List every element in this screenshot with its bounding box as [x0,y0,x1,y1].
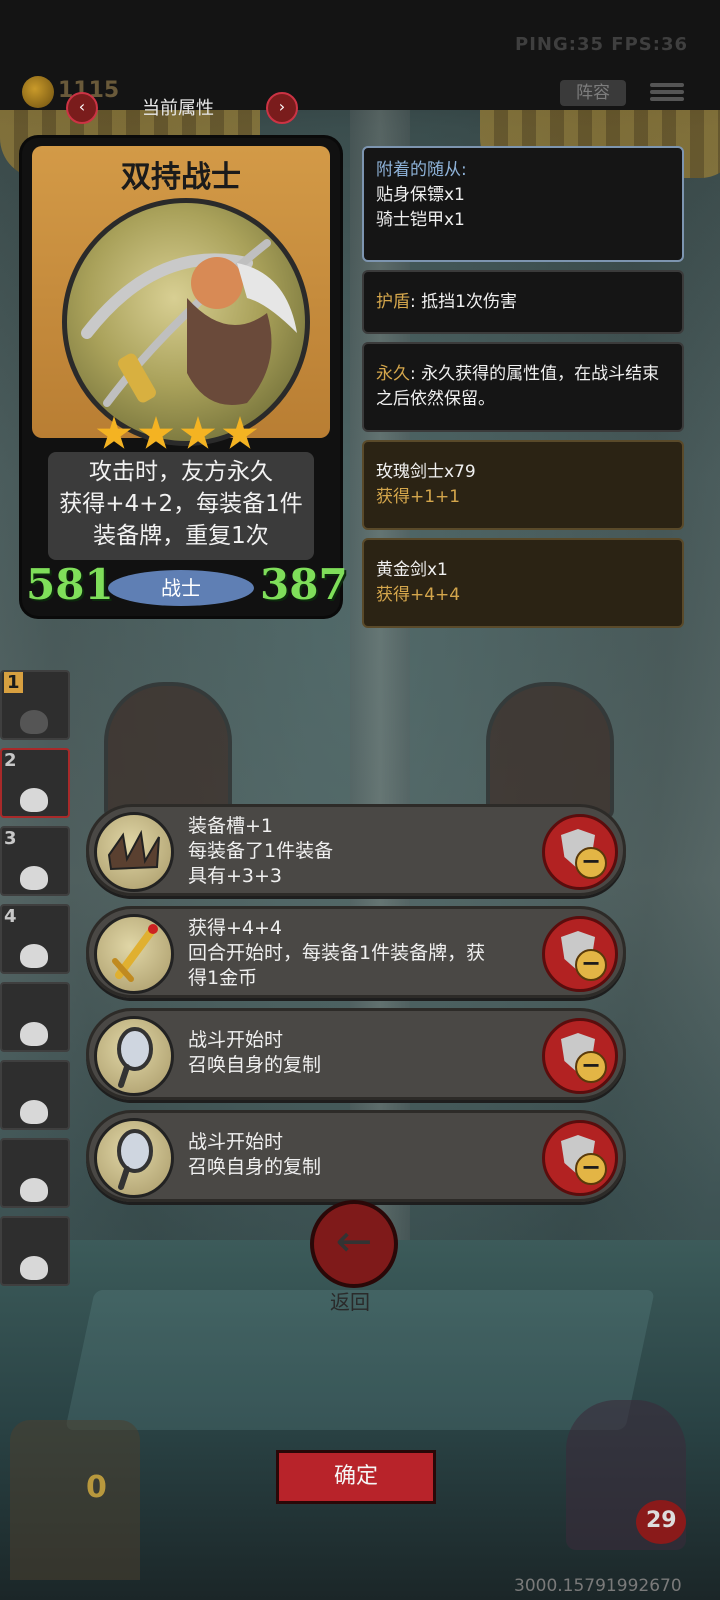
skull-icon [20,1178,48,1202]
minion-thumb-icon [20,710,48,734]
equipment-text: 装备槽+1 每装备了1件装备 具有+3+3 [188,814,528,889]
spikes-icon [94,812,174,892]
mirror-icon [94,1118,174,1198]
team-column: 1 2 3 4 [0,670,72,1294]
team-slot[interactable]: 2 [0,748,70,818]
remove-equipment-button[interactable]: − [542,916,618,992]
equipment-row: 获得+4+4 回合开始时，每装备1件装备牌，获 得1金币 − [86,906,626,998]
buff-name: 玫瑰剑士x79 [376,462,476,482]
back-button[interactable]: ← [310,1200,398,1288]
remove-equipment-button[interactable]: − [542,814,618,890]
hero-portrait-bg [486,682,614,820]
card-desc-line: 装备牌，重复1次 [93,523,269,549]
skull-icon [20,1022,48,1046]
buff-value: 获得+4+4 [376,585,461,605]
equipment-line: 召唤自身的复制 [188,1054,322,1076]
star-icon [180,416,216,449]
team-slot[interactable]: 4 [0,904,70,974]
minus-icon: − [575,1051,607,1083]
card-desc-line: 攻击时，友方永久 [89,459,273,485]
equipment-line: 具有+3+3 [188,865,283,887]
gold-coin-icon [22,76,54,108]
shield-text: : 抵挡1次伤害 [410,292,517,312]
equipment-text: 战斗开始时 召唤自身的复制 [188,1130,528,1180]
attached-minions-panel: 附着的随从: 贴身保镖x1 骑士铠甲x1 [362,146,684,262]
equipment-row: 战斗开始时 召唤自身的复制 − [86,1008,626,1100]
star-icon [138,416,174,449]
attached-item: 骑士铠甲x1 [376,210,465,230]
shield-panel: 护盾: 抵挡1次伤害 [362,270,684,334]
prev-arrow-button[interactable]: ‹ [66,92,98,124]
skull-icon [20,1256,48,1280]
team-slot[interactable] [0,1138,70,1208]
next-arrow-button[interactable]: › [266,92,298,124]
mirror-icon [94,1016,174,1096]
slot-number: 1 [4,672,23,693]
equipment-row: 装备槽+1 每装备了1件装备 具有+3+3 − [86,804,626,896]
star-icon [96,416,132,449]
attached-item: 贴身保镖x1 [376,185,465,205]
back-label: 返回 [330,1290,370,1314]
slot-number: 3 [4,828,17,849]
debug-coords: 3000.15791992670 [514,1576,682,1596]
golden-sword-icon [94,914,174,994]
remove-equipment-button[interactable]: − [542,1120,618,1196]
skull-icon [20,788,48,812]
card-description: 攻击时，友方永久 获得+4+2，每装备1件 装备牌，重复1次 [48,452,314,560]
equipment-line: 战斗开始时 [188,1131,284,1153]
permanent-text: : 永久获得的属性值，在战斗结束之后依然保留。 [376,364,660,409]
team-slot[interactable]: 3 [0,826,70,896]
health-value: 387 [260,560,348,609]
hero-portrait-bg [104,682,232,820]
chest-count: 0 [86,1470,107,1505]
card-desc-line: 获得+4+2，每装备1件 [59,491,303,517]
star-icon [222,416,258,449]
equipment-line: 每装备了1件装备 [188,840,334,862]
remove-equipment-button[interactable]: − [542,1018,618,1094]
team-slot[interactable]: 1 [0,670,70,740]
equipment-line: 回合开始时，每装备1件装备牌，获 [188,942,486,964]
ping-fps-readout: PING:35 FPS:36 [515,34,688,55]
buff-panel: 黄金剑x1 获得+4+4 [362,538,684,628]
buff-panel: 玫瑰剑士x79 获得+1+1 [362,440,684,530]
attached-title: 附着的随从: [376,160,467,180]
enemy-health: 29 [646,1508,677,1533]
team-slot[interactable] [0,982,70,1052]
minus-icon: − [575,1153,607,1185]
permanent-keyword: 永久 [376,364,410,384]
menu-icon[interactable] [650,80,684,106]
star-rating [96,416,266,454]
back-arrow-icon: ← [335,1216,373,1267]
team-slot[interactable] [0,1216,70,1286]
equipment-line: 召唤自身的复制 [188,1156,322,1178]
team-slot[interactable] [0,1060,70,1130]
equipment-text: 获得+4+4 回合开始时，每装备1件装备牌，获 得1金币 [188,916,528,991]
equipment-row: 战斗开始时 召唤自身的复制 − [86,1110,626,1202]
slot-number: 4 [4,906,17,927]
class-badge: 战士 [108,570,254,606]
skull-icon [20,866,48,890]
attack-value: 581 [26,560,114,609]
shield-keyword: 护盾 [376,292,410,312]
buff-name: 黄金剑x1 [376,560,448,580]
minus-icon: − [575,949,607,981]
permanent-panel: 永久: 永久获得的属性值，在战斗结束之后依然保留。 [362,342,684,432]
tab-title: 当前属性 [142,98,214,119]
equipment-line: 战斗开始时 [188,1029,284,1051]
skull-icon [20,944,48,968]
skull-icon [20,1100,48,1124]
equipment-line: 获得+4+4 [188,917,283,939]
equipment-text: 战斗开始时 召唤自身的复制 [188,1028,528,1078]
card-name: 双持战士 [121,160,241,195]
confirm-button[interactable]: 确定 [276,1450,436,1504]
slot-number: 2 [4,750,17,771]
buff-value: 获得+1+1 [376,487,461,507]
equipment-line: 装备槽+1 [188,815,274,837]
minus-icon: − [575,847,607,879]
warrior-portrait [62,198,310,446]
lineup-button[interactable]: 阵容 [560,80,626,106]
treasure-chest-icon[interactable] [10,1420,140,1580]
equipment-line: 得1金币 [188,967,258,989]
